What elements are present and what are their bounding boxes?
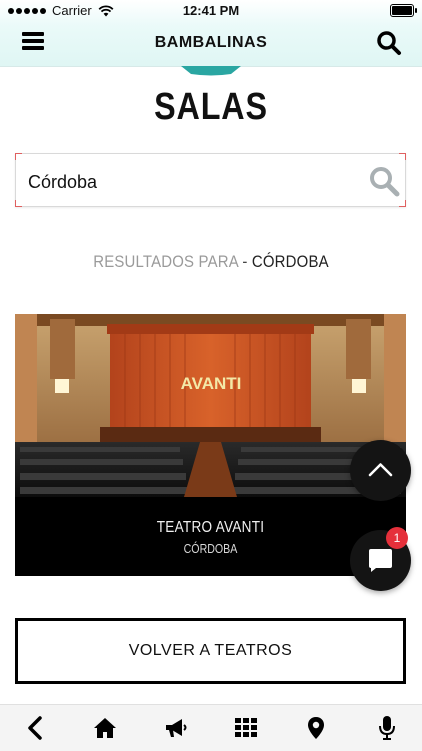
bottom-tab-bar [0,704,422,751]
back-chevron-icon [28,716,42,740]
page-title: SALAS [154,86,268,128]
chat-badge: 1 [386,527,408,549]
results-heading: RESULTADOS PARA - CÓRDOBA [25,252,396,272]
venue-marquee: AVANTI [181,374,242,393]
tab-grid[interactable] [211,705,281,751]
home-icon [94,718,117,738]
search-submit-icon[interactable] [368,165,400,197]
chevron-up-icon [368,463,393,477]
tab-location[interactable] [281,705,351,751]
header-notch-decoration [181,66,241,76]
results-query: CÓRDOBA [251,252,329,271]
venue-card[interactable]: AVANTI TEATRO AVANTI CÓRDOBA [15,314,406,576]
back-to-theaters-button[interactable]: VOLVER A TEATROS [15,618,406,684]
tab-back[interactable] [0,705,70,751]
location-pin-icon [308,717,325,739]
megaphone-icon [165,719,187,737]
tab-home[interactable] [70,705,140,751]
venue-caption: TEATRO AVANTI CÓRDOBA [15,497,406,576]
results-prefix: RESULTADOS PARA [93,252,239,271]
search-input[interactable] [26,164,350,200]
venue-photo: AVANTI [15,314,406,497]
battery-icon [390,4,417,17]
app-title: BAMBALINAS [154,34,268,51]
tab-microphone[interactable] [352,705,422,751]
top-bar: Carrier 12:41 PM BAMBALINAS [0,0,422,67]
app-header: BAMBALINAS [0,22,422,66]
grid-icon [235,718,258,737]
status-bar: Carrier 12:41 PM [0,0,422,22]
search-field [15,153,406,207]
tab-announcements[interactable] [141,705,211,751]
venue-name: TEATRO AVANTI [156,519,265,536]
scroll-top-button[interactable] [350,440,411,501]
search-icon[interactable] [376,30,402,56]
results-separator: - [238,252,252,271]
venue-city: CÓRDOBA [183,542,238,556]
microphone-icon [378,716,395,740]
clock: 12:41 PM [182,3,240,18]
